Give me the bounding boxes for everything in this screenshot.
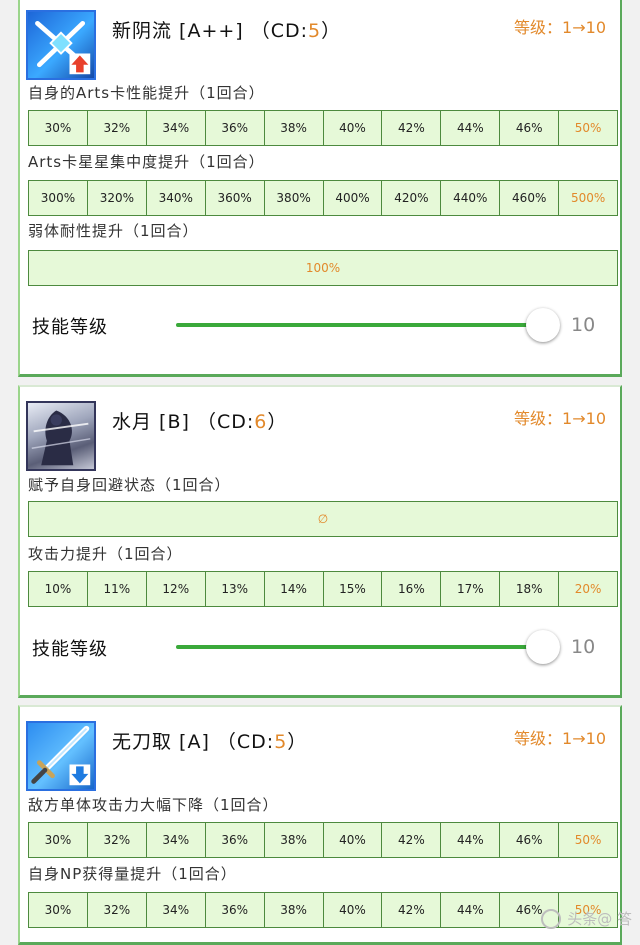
skill-card-1: 新阴流 [A++] （CD:5） 等级：1→10 自身的Arts卡性能提升（1回… xyxy=(18,0,622,377)
value-cell: 11% xyxy=(88,572,147,606)
level-range: 等级：1→10 xyxy=(514,729,606,748)
effect-label: 弱体耐性提升（1回合） xyxy=(28,222,199,240)
value-row: 10% 11% 12% 13% 14% 15% 16% 17% 18% 20% xyxy=(28,571,618,607)
value-cell: 320% xyxy=(88,181,147,215)
effect-label: 自身的Arts卡性能提升（1回合） xyxy=(28,84,265,102)
value-cell: 10% xyxy=(29,572,88,606)
value-cell: 440% xyxy=(441,181,501,215)
effect-label: 赋予自身回避状态（1回合） xyxy=(28,476,231,494)
value-cell: 360% xyxy=(206,181,265,215)
value-cell: 400% xyxy=(324,181,383,215)
value-cell: 42% xyxy=(382,111,442,145)
value-cell: 36% xyxy=(206,111,265,145)
value-cell: 42% xyxy=(382,893,442,927)
level-range: 等级：1→10 xyxy=(514,409,606,428)
value-cell: 38% xyxy=(265,111,324,145)
value-cell-max: 50% xyxy=(574,833,602,847)
watermark-text: 头条@ 答 xyxy=(567,910,632,928)
skill-level-label: 技能等级 xyxy=(32,317,108,338)
value-cell: 32% xyxy=(88,893,147,927)
skill-name-2: 水月 [B] （CD:6） xyxy=(112,411,288,433)
value-cell: 40% xyxy=(324,111,383,145)
value-row: 300% 320% 340% 360% 380% 400% 420% 440% … xyxy=(28,180,618,216)
value-cell: 14% xyxy=(265,572,324,606)
value-cell: 420% xyxy=(382,181,442,215)
value-cell: 46% xyxy=(500,823,560,857)
skill-name-3: 无刀取 [A] （CD:5） xyxy=(112,731,308,753)
value-cell-single: 100% xyxy=(305,261,341,275)
skill-level-value: 10 xyxy=(571,314,596,336)
value-cell: 460% xyxy=(500,181,560,215)
value-cell: 36% xyxy=(206,893,265,927)
slider-thumb[interactable] xyxy=(526,630,560,664)
cd-value: 5 xyxy=(274,731,288,753)
level-range: 等级：1→10 xyxy=(514,18,606,37)
value-cell: 300% xyxy=(29,181,88,215)
value-cell: 30% xyxy=(29,111,88,145)
value-cell: 340% xyxy=(147,181,206,215)
value-cell: 44% xyxy=(441,111,501,145)
skill-card-3: 无刀取 [A] （CD:5） 等级：1→10 敌方单体攻击力大幅下降（1回合） … xyxy=(18,705,622,945)
skill-level-value: 10 xyxy=(571,636,596,658)
value-cell: 34% xyxy=(147,823,206,857)
value-row: 30% 32% 34% 36% 38% 40% 42% 44% 46% 50% xyxy=(28,822,618,858)
skill-level-label: 技能等级 xyxy=(32,639,108,660)
value-cell: 13% xyxy=(206,572,265,606)
cd-value: 6 xyxy=(254,411,268,433)
slider-thumb[interactable] xyxy=(526,308,560,342)
effect-label: 敌方单体攻击力大幅下降（1回合） xyxy=(28,796,279,814)
value-row: ∅ xyxy=(28,501,618,537)
value-cell-max: 20% xyxy=(574,582,602,596)
value-cell: 18% xyxy=(500,572,560,606)
sword-debuff-icon xyxy=(26,721,96,791)
effect-label: 自身NP获得量提升（1回合） xyxy=(28,865,237,883)
value-cell: 12% xyxy=(147,572,206,606)
value-cell-single: ∅ xyxy=(317,512,329,526)
value-cell-max: 50% xyxy=(574,121,602,135)
watermark: 头条@ 答 xyxy=(541,908,632,929)
value-row: 30% 32% 34% 36% 38% 40% 42% 44% 46% 50% xyxy=(28,110,618,146)
samurai-portrait-icon xyxy=(26,401,96,471)
value-cell: 38% xyxy=(265,893,324,927)
value-cell: 380% xyxy=(265,181,324,215)
value-cell: 17% xyxy=(441,572,501,606)
value-row: 30% 32% 34% 36% 38% 40% 42% 44% 46% 50% xyxy=(28,892,618,928)
crossed-swords-buff-icon xyxy=(26,10,96,80)
value-cell: 32% xyxy=(88,823,147,857)
value-cell: 30% xyxy=(29,823,88,857)
value-cell: 46% xyxy=(500,111,560,145)
value-cell: 40% xyxy=(324,823,383,857)
value-cell: 32% xyxy=(88,111,147,145)
value-cell: 16% xyxy=(382,572,442,606)
skill-level-slider[interactable] xyxy=(176,645,538,649)
effect-label: Arts卡星星集中度提升（1回合） xyxy=(28,153,265,171)
value-cell: 36% xyxy=(206,823,265,857)
cd-value: 5 xyxy=(308,20,322,42)
effect-label: 攻击力提升（1回合） xyxy=(28,545,183,563)
value-cell: 42% xyxy=(382,823,442,857)
value-cell: 30% xyxy=(29,893,88,927)
value-cell: 15% xyxy=(324,572,383,606)
value-cell-max: 500% xyxy=(570,191,606,205)
skill-name-1: 新阴流 [A++] （CD:5） xyxy=(112,20,342,42)
skill-level-slider[interactable] xyxy=(176,323,538,327)
value-cell: 34% xyxy=(147,111,206,145)
value-cell: 34% xyxy=(147,893,206,927)
value-cell: 44% xyxy=(441,823,501,857)
value-cell: 40% xyxy=(324,893,383,927)
value-cell: 44% xyxy=(441,893,501,927)
toutiao-logo-icon xyxy=(541,908,562,929)
value-row: 100% xyxy=(28,250,618,286)
value-cell: 38% xyxy=(265,823,324,857)
skill-card-2: 水月 [B] （CD:6） 等级：1→10 赋予自身回避状态（1回合） ∅ 攻击… xyxy=(18,385,622,698)
